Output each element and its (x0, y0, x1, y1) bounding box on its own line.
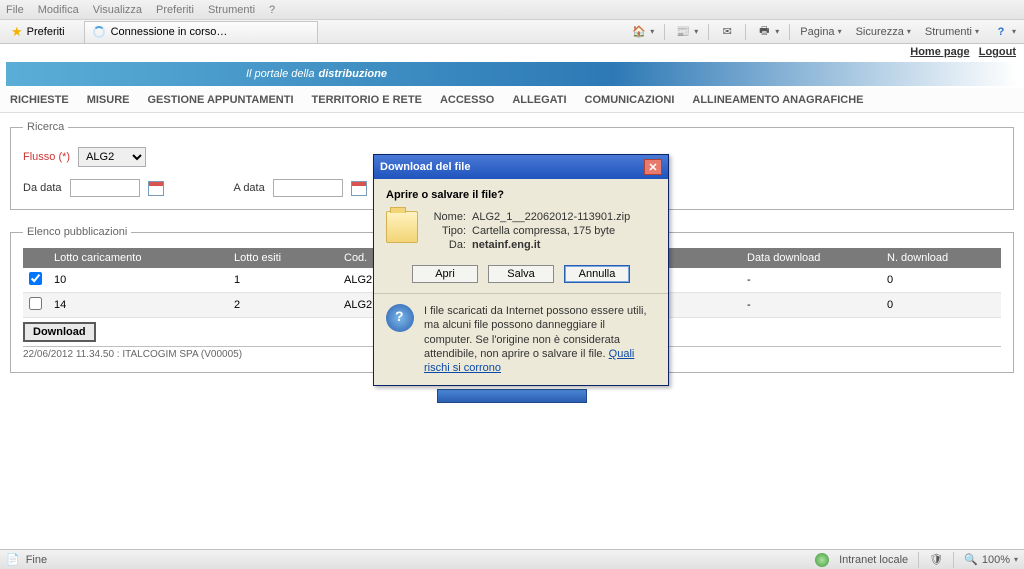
menu-help[interactable]: ? (269, 4, 275, 16)
shield-icon (386, 304, 414, 332)
col-lotto-esiti: Lotto esiti (228, 248, 338, 268)
menu-preferiti[interactable]: Preferiti (156, 4, 194, 16)
protected-mode-icon: 🛡 (929, 553, 943, 566)
download-button[interactable]: Download (23, 322, 96, 342)
save-button[interactable]: Salva (488, 265, 554, 283)
star-icon: ★ (11, 24, 23, 40)
pmenu-richieste[interactable]: RICHIESTE (10, 94, 69, 106)
home-icon: 🏠 (631, 24, 647, 40)
cancel-button[interactable]: Annulla (564, 265, 630, 283)
pmenu-accesso[interactable]: ACCESSO (440, 94, 494, 106)
col-data-download: Data download (741, 248, 881, 268)
menu-visualizza[interactable]: Visualizza (93, 4, 142, 16)
tab-title: Connessione in corso… (111, 26, 228, 38)
banner-pre: Il portale della (246, 68, 315, 80)
feeds-button[interactable]: 📰▾ (671, 24, 702, 40)
menu-strumenti[interactable]: Strumenti (208, 4, 255, 16)
favorites-label: Preferiti (27, 26, 65, 38)
logout-link[interactable]: Logout (979, 46, 1016, 58)
print-button[interactable]: 🖶▾ (752, 24, 783, 40)
search-legend: Ricerca (23, 121, 68, 133)
security-zone: Intranet locale (839, 554, 908, 566)
pmenu-misure[interactable]: MISURE (87, 94, 130, 106)
open-button[interactable]: Apri (412, 265, 478, 283)
ie-menu-bar: File Modifica Visualizza Preferiti Strum… (0, 0, 1024, 20)
page-menu[interactable]: Pagina ▾ (796, 26, 845, 38)
close-button[interactable]: ✕ (644, 159, 662, 175)
download-file-dialog: Download del file ✕ Aprire o salvare il … (373, 154, 669, 386)
flusso-label: Flusso (*) (23, 151, 70, 163)
zoom-value: 100% (982, 554, 1010, 566)
favorites-button[interactable]: ★ Preferiti (4, 21, 72, 43)
zoom-icon: 🔍 (964, 553, 978, 566)
pubs-legend: Elenco pubblicazioni (23, 226, 131, 238)
calendar-icon[interactable] (351, 181, 367, 196)
row-checkbox[interactable] (29, 297, 42, 310)
mail-icon: ✉ (719, 24, 735, 40)
home-link[interactable]: Home page (910, 46, 969, 58)
warning-text: I file scaricati da Internet possono ess… (424, 304, 656, 375)
menu-file[interactable]: File (6, 4, 24, 16)
ie-tab-row: ★ Preferiti Connessione in corso… 🏠▾ 📰▾ … (0, 20, 1024, 44)
type-key: Tipo: (428, 225, 466, 237)
col-lotto-caricamento: Lotto caricamento (48, 248, 228, 268)
tools-menu[interactable]: Strumenti ▾ (921, 26, 983, 38)
help-icon: ? (993, 24, 1009, 40)
progress-bar (437, 389, 587, 403)
mail-button[interactable]: ✉ (715, 24, 739, 40)
a-data-label: A data (234, 182, 265, 194)
name-value: ALG2_1__22062012-113901.zip (472, 211, 630, 223)
from-value: netainf.eng.it (472, 239, 630, 251)
help-button[interactable]: ?▾ (989, 24, 1020, 40)
top-links: Home page Logout (0, 44, 1024, 58)
type-value: Cartella compressa, 175 byte (472, 225, 630, 237)
pmenu-gestione-appuntamenti[interactable]: GESTIONE APPUNTAMENTI (147, 94, 293, 106)
from-key: Da: (428, 239, 466, 251)
pmenu-territorio[interactable]: TERRITORIO E RETE (312, 94, 422, 106)
status-text: Fine (26, 554, 47, 566)
page-icon: 📄 (6, 553, 20, 566)
a-data-input[interactable] (273, 179, 343, 197)
menu-modifica[interactable]: Modifica (38, 4, 79, 16)
browser-tab[interactable]: Connessione in corso… (84, 21, 319, 43)
da-data-label: Da data (23, 182, 62, 194)
dialog-question: Aprire o salvare il file? (386, 189, 656, 201)
loading-spinner-icon (93, 26, 105, 38)
name-key: Nome: (428, 211, 466, 223)
home-button[interactable]: 🏠▾ (627, 24, 658, 40)
globe-icon (815, 553, 829, 567)
calendar-icon[interactable] (148, 181, 164, 196)
pmenu-allegati[interactable]: ALLEGATI (512, 94, 566, 106)
rss-icon: 📰 (675, 24, 691, 40)
security-menu[interactable]: Sicurezza ▾ (852, 26, 915, 38)
compressed-folder-icon (386, 211, 418, 243)
banner-strong: distribuzione (319, 68, 387, 80)
da-data-input[interactable] (70, 179, 140, 197)
pmenu-comunicazioni[interactable]: COMUNICAZIONI (585, 94, 675, 106)
zoom-control[interactable]: 🔍 100% ▾ (964, 553, 1018, 566)
dialog-title-text: Download del file (380, 161, 470, 173)
pmenu-allineamento[interactable]: ALLINEAMENTO ANAGRAFICHE (692, 94, 863, 106)
flusso-select[interactable]: ALG2 (78, 147, 146, 167)
row-checkbox[interactable] (29, 272, 42, 285)
portal-menu: RICHIESTE MISURE GESTIONE APPUNTAMENTI T… (0, 88, 1024, 113)
ie-status-bar: 📄 Fine Intranet locale 🛡 🔍 100% ▾ (0, 549, 1024, 569)
portal-banner: Il portale della distribuzione (6, 62, 1018, 86)
print-icon: 🖶 (756, 24, 772, 40)
dialog-titlebar[interactable]: Download del file ✕ (374, 155, 668, 179)
col-n-download: N. download (881, 248, 1001, 268)
